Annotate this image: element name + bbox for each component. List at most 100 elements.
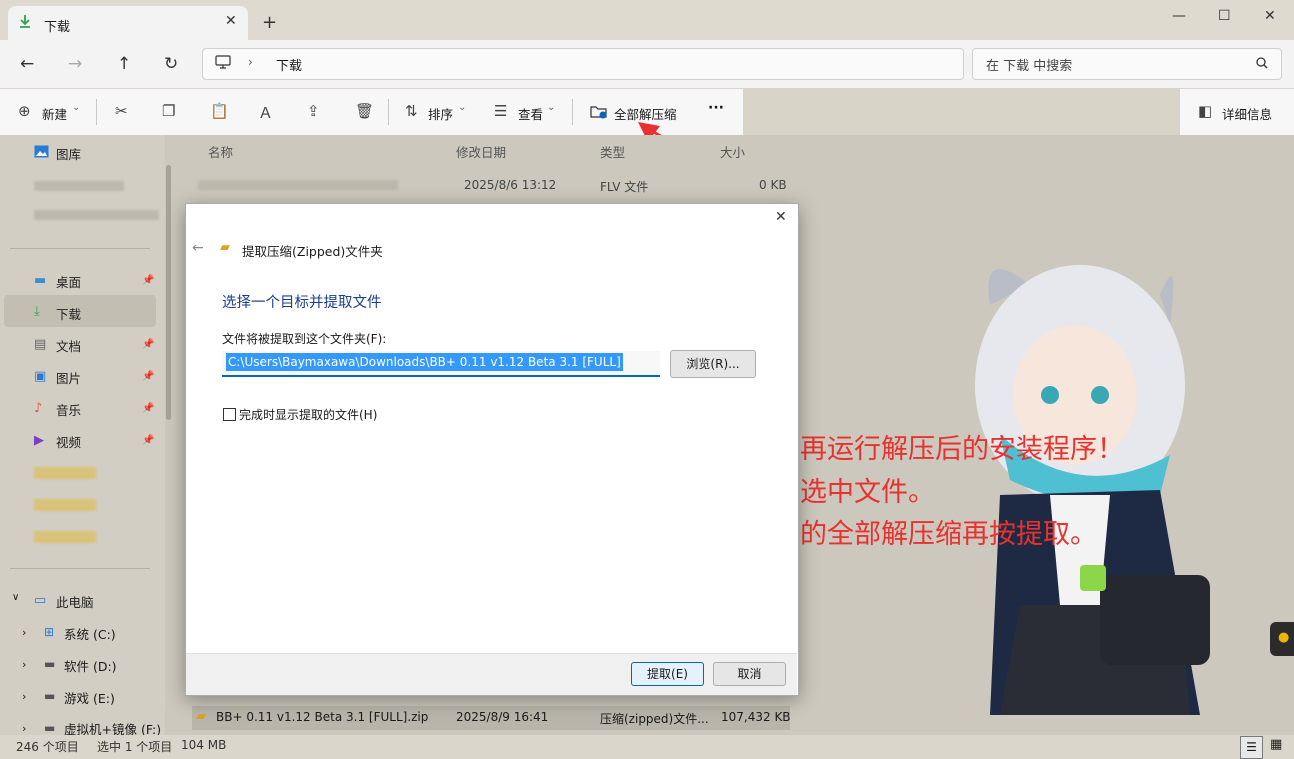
documents-icon: ▤ <box>34 337 47 352</box>
cut-icon[interactable]: ✂ <box>115 102 128 120</box>
copy-icon[interactable]: ❐ <box>162 102 175 120</box>
pin-icon: 📌 <box>142 339 155 350</box>
extract-folder-icon <box>590 106 607 119</box>
maximize-button[interactable]: ☐ <box>1218 8 1231 24</box>
tiles-view-icon[interactable]: ▦ <box>1270 737 1282 752</box>
pin-icon: 📌 <box>142 435 155 446</box>
chevron-right-icon[interactable]: › <box>22 722 26 735</box>
toolbar-divider <box>572 99 573 125</box>
forward-arrow-icon[interactable]: → <box>68 54 82 74</box>
sidebar-item-desktop[interactable]: 桌面 <box>56 272 81 291</box>
status-selected: 选中 1 个项目 <box>97 740 173 754</box>
computer-icon <box>215 55 231 69</box>
sidebar-scrollbar[interactable] <box>166 165 171 420</box>
toolbar-divider <box>96 99 97 125</box>
cancel-button[interactable]: 取消 <box>713 662 786 686</box>
delete-icon[interactable]: 🗑 <box>355 102 374 120</box>
new-button[interactable]: 新建 <box>42 104 67 123</box>
pin-icon: 📌 <box>142 275 155 286</box>
address-field[interactable] <box>202 48 964 80</box>
show-files-checkbox[interactable] <box>223 408 236 421</box>
drive-icon: ▬ <box>44 689 56 703</box>
zip-folder-icon: ▰ <box>196 709 206 724</box>
file-name: BB+ 0.11 v1.12 Beta 3.1 [FULL].zip <box>216 710 429 724</box>
file-date: 2025/8/6 13:12 <box>464 178 557 192</box>
column-header-type[interactable]: 类型 <box>600 142 625 161</box>
column-header-size[interactable]: 大小 <box>720 142 745 161</box>
chevron-right-icon[interactable]: › <box>22 626 26 639</box>
chevron-right-icon[interactable]: › <box>22 690 26 703</box>
sidebar-item-this-pc[interactable]: 此电脑 <box>56 592 94 611</box>
sidebar-item-drive-d[interactable]: 软件 (D:) <box>64 656 117 675</box>
chevron-down-icon: ⌄ <box>458 102 467 113</box>
paste-icon[interactable]: 📋 <box>210 102 229 120</box>
chevron-right-icon[interactable]: › <box>22 658 26 671</box>
minimize-button[interactable]: — <box>1172 8 1186 24</box>
new-tab-button[interactable]: + <box>262 12 277 33</box>
navigation-pane <box>0 135 165 735</box>
rename-icon[interactable]: Ａ <box>258 102 273 123</box>
blurred-folder <box>34 467 96 479</box>
refresh-icon[interactable]: ↻ <box>164 54 178 74</box>
pin-icon: 📌 <box>142 371 155 382</box>
sidebar-item-videos[interactable]: 视频 <box>56 432 81 451</box>
file-size: 107,432 KB <box>721 710 791 724</box>
sidebar-item-music[interactable]: 音乐 <box>56 400 81 419</box>
this-pc-icon: ▭ <box>34 593 47 608</box>
details-pane-icon: ◧ <box>1198 102 1213 120</box>
show-files-label: 完成时显示提取的文件(H) <box>239 408 378 422</box>
column-header-name[interactable]: 名称 <box>208 142 233 161</box>
back-arrow-icon[interactable]: ← <box>20 54 34 74</box>
drive-icon: ▬ <box>44 721 56 735</box>
extract-button[interactable]: 提取(E) <box>631 662 704 686</box>
blurred-folder <box>34 531 96 543</box>
breadcrumb-separator: › <box>248 55 253 69</box>
sort-icon: ⇅ <box>405 102 418 120</box>
sidebar-item-pictures[interactable]: 图片 <box>56 368 81 387</box>
desktop-icon: ▬ <box>34 273 47 288</box>
dialog-close-icon[interactable]: ✕ <box>775 209 787 225</box>
drive-icon: ▬ <box>44 657 56 671</box>
sidebar-item-downloads[interactable]: 下载 <box>56 304 81 323</box>
anime-character-illustration <box>975 265 1210 715</box>
status-item-count: 246 个项目 <box>16 740 79 754</box>
pin-icon: 📌 <box>142 403 155 414</box>
tab-close-icon[interactable]: ✕ <box>225 13 237 29</box>
share-icon[interactable]: ⇪ <box>307 102 320 120</box>
download-icon <box>20 15 30 28</box>
column-header-date[interactable]: 修改日期 <box>456 142 506 161</box>
destination-path-text: C:\Users\Baymaxawa\Downloads\BB+ 0.11 v1… <box>226 353 623 371</box>
close-window-button[interactable]: ✕ <box>1264 8 1276 24</box>
back-arrow-icon[interactable]: ← <box>192 240 204 256</box>
download-icon: ⤓ <box>34 304 40 319</box>
gallery-icon <box>34 145 49 158</box>
windows-drive-icon: ⊞ <box>44 625 55 639</box>
blurred-item <box>34 181 124 191</box>
dialog-title: 提取压缩(Zipped)文件夹 <box>242 244 383 259</box>
search-placeholder: 在 下载 中搜索 <box>986 59 1073 74</box>
dialog-heading: 选择一个目标并提取文件 <box>222 295 382 311</box>
up-arrow-icon[interactable]: ↑ <box>117 54 131 74</box>
view-icon: ☰ <box>494 102 508 120</box>
breadcrumb-downloads[interactable]: 下载 <box>276 55 302 74</box>
file-type: FLV 文件 <box>600 180 649 194</box>
more-options-button[interactable]: ··· <box>708 100 724 116</box>
toolbar-divider <box>388 99 389 125</box>
sidebar-item-gallery[interactable]: 图库 <box>56 144 81 163</box>
divider <box>10 248 150 249</box>
sidebar-item-drive-c[interactable]: 系统 (C:) <box>64 624 116 643</box>
details-button[interactable]: 详细信息 <box>1222 104 1272 123</box>
sidebar-item-drive-e[interactable]: 游戏 (E:) <box>64 688 115 707</box>
music-icon: ♪ <box>34 401 43 416</box>
details-view-icon[interactable]: ☰ <box>1240 736 1263 759</box>
sort-button[interactable]: 排序 <box>428 104 453 123</box>
chevron-down-icon[interactable]: ∨ <box>12 592 19 603</box>
blurred-folder <box>34 499 96 511</box>
search-icon[interactable] <box>1256 57 1268 69</box>
file-type: 压缩(zipped)文件... <box>600 712 709 726</box>
browse-button[interactable]: 浏览(R)... <box>670 350 756 378</box>
view-button[interactable]: 查看 <box>518 104 543 123</box>
sidebar-item-documents[interactable]: 文档 <box>56 336 81 355</box>
file-size: 0 KB <box>759 178 787 192</box>
file-date: 2025/8/9 16:41 <box>456 710 549 724</box>
